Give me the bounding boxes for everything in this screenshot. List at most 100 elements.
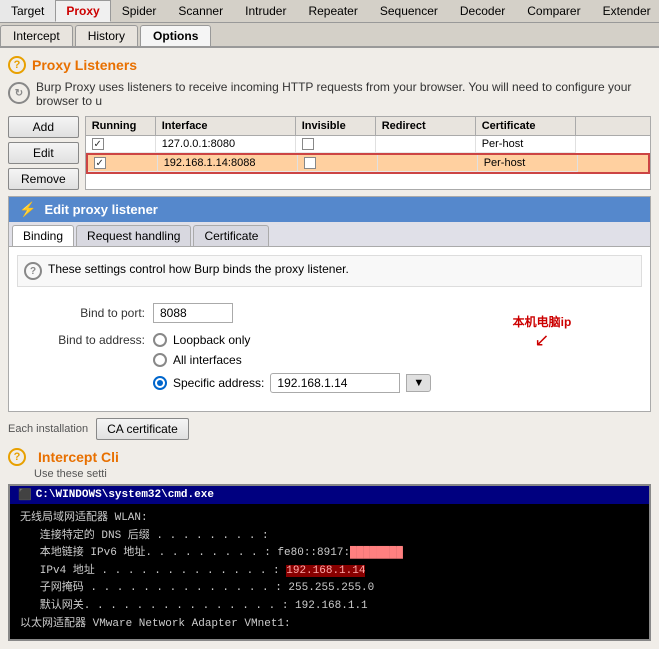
menu-extender[interactable]: Extender	[592, 0, 659, 22]
settings-info: ? These settings control how Burp binds …	[17, 255, 642, 287]
row1-invisible-checkbox[interactable]	[302, 138, 314, 150]
hidden-ipv6: ████████	[350, 547, 403, 559]
radio-specific[interactable]: Specific address: ▼	[153, 373, 431, 393]
tab-intercept[interactable]: Intercept	[0, 25, 73, 46]
cmd-line-6: 子网掩码 . . . . . . . . . . . . . . : 255.2…	[20, 580, 639, 598]
row2-redirect	[378, 155, 478, 172]
ca-certificate-button[interactable]: CA certificate	[96, 418, 189, 440]
dropdown-button[interactable]: ▼	[406, 374, 431, 392]
ipv4-highlight: 192.168.1.14	[286, 565, 365, 577]
row1-running	[86, 136, 156, 153]
annotation-area: 本机电脑ip ↙	[513, 313, 572, 351]
menu-scanner[interactable]: Scanner	[167, 0, 234, 22]
bind-port-input[interactable]	[153, 303, 233, 323]
menu-sequencer[interactable]: Sequencer	[369, 0, 449, 22]
proxy-listeners-title: Proxy Listeners	[32, 57, 137, 73]
tab-options[interactable]: Options	[140, 25, 211, 46]
proxy-listeners-info-text: Burp Proxy uses listeners to receive inc…	[36, 80, 651, 108]
use-settings-text: Use these setti	[34, 468, 651, 480]
cmd-line-9: 以太网适配器 VMware Network Adapter VMnet1:	[20, 616, 639, 634]
bind-port-label: Bind to port:	[25, 306, 145, 320]
tab-certificate[interactable]: Certificate	[193, 225, 269, 246]
edit-panel-icon: ⚡	[19, 201, 36, 218]
cmd-line-1: 无线局域网适配器 WLAN:	[20, 510, 639, 528]
cmd-icon: ⬛	[18, 488, 32, 502]
proxy-listeners-icon: ?	[8, 56, 26, 74]
radio-all-circle[interactable]	[153, 353, 167, 367]
add-button[interactable]: Add	[8, 116, 79, 138]
row1-checkbox[interactable]	[92, 138, 104, 150]
form-area: Bind to port: Bind to address: Loopback …	[9, 295, 650, 411]
menu-proxy[interactable]: Proxy	[55, 0, 110, 22]
edit-panel-title: Edit proxy listener	[44, 202, 157, 217]
annotation-text: 本机电脑ip	[513, 313, 572, 330]
row2-invisible	[298, 155, 378, 172]
menu-spider[interactable]: Spider	[111, 0, 168, 22]
tab-request-handling[interactable]: Request handling	[76, 225, 191, 246]
tab-history[interactable]: History	[75, 25, 138, 46]
bind-address-label: Bind to address:	[25, 333, 145, 347]
radio-all-label: All interfaces	[173, 353, 242, 367]
radio-specific-circle[interactable]	[153, 376, 167, 390]
menu-comparer[interactable]: Comparer	[516, 0, 591, 22]
listeners-buttons: Add Edit Remove	[8, 116, 79, 190]
menu-target[interactable]: Target	[0, 0, 55, 22]
menu-intruder[interactable]: Intruder	[234, 0, 297, 22]
intercept-icon: ?	[8, 448, 26, 466]
row2-checkbox[interactable]	[94, 157, 106, 169]
cmd-line-7: 默认网关. . . . . . . . . . . . . . . : 192.…	[20, 598, 639, 616]
table-header: Running Interface Invisible Redirect Cer…	[86, 117, 650, 136]
row1-invisible	[296, 136, 376, 153]
row1-redirect	[376, 136, 476, 153]
settings-info-icon: ?	[24, 262, 42, 280]
col-invisible: Invisible	[296, 117, 376, 135]
row2-running	[88, 155, 158, 172]
radio-specific-label: Specific address:	[173, 376, 264, 390]
install-text: Each installation	[8, 423, 88, 435]
radio-loopback[interactable]: Loopback only	[153, 333, 431, 347]
proxy-listeners-header: ? Proxy Listeners	[8, 56, 651, 74]
col-interface: Interface	[156, 117, 296, 135]
radio-loopback-label: Loopback only	[173, 333, 250, 347]
cmd-line-4: 本地链接 IPv6 地址. . . . . . . . . : fe80::89…	[20, 545, 639, 563]
col-running: Running	[86, 117, 156, 135]
listeners-table: Running Interface Invisible Redirect Cer…	[85, 116, 651, 190]
bind-address-row: Bind to address: Loopback only All inter…	[25, 333, 634, 393]
annotation-arrow: ↙	[534, 330, 549, 351]
remove-button[interactable]: Remove	[8, 168, 79, 190]
edit-button[interactable]: Edit	[8, 142, 79, 164]
tab-binding[interactable]: Binding	[12, 225, 74, 246]
radio-all[interactable]: All interfaces	[153, 353, 431, 367]
cmd-line-3: 连接特定的 DNS 后缀 . . . . . . . . :	[20, 528, 639, 546]
main-content: ? Proxy Listeners ↻ Burp Proxy uses list…	[0, 48, 659, 649]
row2-interface: 192.168.1.14:8088	[158, 155, 298, 172]
table-row[interactable]: 192.168.1.14:8088 Per-host	[86, 153, 650, 174]
row2-certificate: Per-host	[478, 155, 578, 172]
proxy-listeners-info: ↻ Burp Proxy uses listeners to receive i…	[8, 80, 651, 108]
radio-loopback-circle[interactable]	[153, 333, 167, 347]
row1-certificate: Per-host	[476, 136, 576, 153]
menu-bar: Target Proxy Spider Scanner Intruder Rep…	[0, 0, 659, 23]
inner-tab-bar: Binding Request handling Certificate	[9, 222, 650, 247]
sub-tab-bar: Intercept History Options	[0, 23, 659, 48]
cmd-titlebar: ⬛ C:\WINDOWS\system32\cmd.exe	[10, 486, 649, 504]
cmd-body: 无线局域网适配器 WLAN: 连接特定的 DNS 后缀 . . . . . . …	[10, 504, 649, 639]
specific-row: Specific address: ▼	[173, 373, 431, 393]
col-certificate: Certificate	[476, 117, 576, 135]
intercept-title: Intercept Cli	[38, 449, 119, 465]
edit-proxy-panel: ⚡ Edit proxy listener Binding Request ha…	[8, 196, 651, 412]
listeners-panel: Add Edit Remove Running Interface Invisi…	[8, 116, 651, 190]
menu-decoder[interactable]: Decoder	[449, 0, 516, 22]
intercept-header: ? Intercept Cli	[8, 448, 651, 466]
specific-address-input[interactable]	[270, 373, 400, 393]
ca-section: Each installation CA certificate	[8, 418, 651, 440]
info-icon: ↻	[8, 82, 30, 104]
row2-invisible-checkbox[interactable]	[304, 157, 316, 169]
cmd-line-5: IPv4 地址 . . . . . . . . . . . . . : 192.…	[20, 563, 639, 581]
cmd-title: C:\WINDOWS\system32\cmd.exe	[36, 489, 214, 501]
menu-repeater[interactable]: Repeater	[297, 0, 368, 22]
col-redirect: Redirect	[376, 117, 476, 135]
settings-info-text: These settings control how Burp binds th…	[48, 262, 349, 276]
table-row[interactable]: 127.0.0.1:8080 Per-host	[86, 136, 650, 153]
cmd-window: ⬛ C:\WINDOWS\system32\cmd.exe 无线局域网适配器 W…	[8, 484, 651, 641]
